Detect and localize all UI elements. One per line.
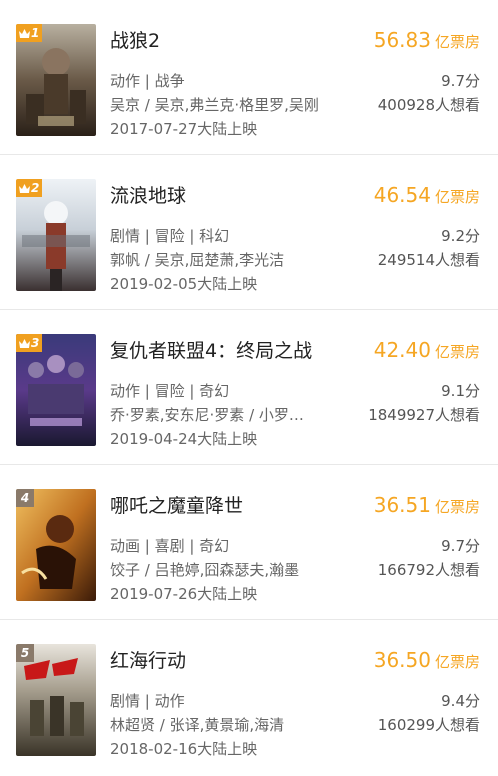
movie-poster[interactable]: 5 xyxy=(16,644,96,756)
box-office-value: 36.51 xyxy=(373,493,431,517)
movie-poster[interactable]: 1 xyxy=(16,24,96,136)
rank-number: 5 xyxy=(20,646,30,660)
movie-wants: 160299人想看 xyxy=(377,716,480,734)
movie-release: 2017-07-27大陆上映 xyxy=(110,120,258,138)
box-office-unit: 亿票房 xyxy=(434,498,480,516)
movie-genre: 剧情 | 冒险 | 科幻 xyxy=(110,227,230,245)
box-office-unit: 亿票房 xyxy=(434,653,480,671)
movie-score: 9.2分 xyxy=(441,227,480,245)
box-office-list: 1 战狼2 56.83 亿票房 动作 | 战争 吴京 / 吴京,弗兰克·格里罗,… xyxy=(0,0,498,775)
movie-release: 2019-02-05大陆上映 xyxy=(110,275,258,293)
movie-score: 9.4分 xyxy=(441,692,480,710)
rank-badge: 1 xyxy=(16,24,43,42)
rank-number: 3 xyxy=(31,336,40,350)
crown-icon xyxy=(19,28,30,38)
box-office-value: 36.50 xyxy=(373,648,431,672)
movie-genre: 动作 | 战争 xyxy=(110,72,185,90)
rank-badge: 2 xyxy=(16,179,43,197)
box-office: 46.54 亿票房 xyxy=(374,183,480,207)
box-office-value: 56.83 xyxy=(373,28,431,52)
movie-title[interactable]: 流浪地球 xyxy=(110,181,186,208)
movie-release: 2019-07-26大陆上映 xyxy=(110,585,258,603)
movie-poster[interactable]: 4 xyxy=(16,489,96,601)
movie-item[interactable]: 3 复仇者联盟4：终局之战 42.40 亿票房 动作 | 冒险 | 奇幻 乔·罗… xyxy=(0,310,498,465)
movie-cast: 吴京 / 吴京,弗兰克·格里罗,吴刚 xyxy=(110,96,319,114)
movie-cast: 饺子 / 吕艳婷,囧森瑟夫,瀚墨 xyxy=(110,561,300,579)
movie-item[interactable]: 1 战狼2 56.83 亿票房 动作 | 战争 吴京 / 吴京,弗兰克·格里罗,… xyxy=(0,0,498,155)
movie-cast: 乔·罗素,安东尼·罗素 / 小罗… xyxy=(110,406,304,424)
movie-item[interactable]: 2 流浪地球 46.54 亿票房 剧情 | 冒险 | 科幻 郭帆 / 吴京,屈楚… xyxy=(0,155,498,310)
movie-genre: 动作 | 冒险 | 奇幻 xyxy=(110,382,230,400)
rank-number: 2 xyxy=(31,181,40,195)
movie-wants: 1849927人想看 xyxy=(368,406,480,424)
box-office-value: 46.54 xyxy=(373,183,431,207)
movie-poster[interactable]: 3 xyxy=(16,334,96,446)
movie-wants: 249514人想看 xyxy=(377,251,480,269)
movie-item[interactable]: 5 红海行动 36.50 亿票房 剧情 | 动作 林超贤 / 张译,黄景瑜,海清… xyxy=(0,620,498,775)
box-office: 36.50 亿票房 xyxy=(374,648,480,672)
box-office: 56.83 亿票房 xyxy=(374,28,480,52)
rank-badge: 4 xyxy=(16,489,34,507)
movie-score: 9.1分 xyxy=(441,382,480,400)
movie-wants: 166792人想看 xyxy=(377,561,480,579)
box-office-unit: 亿票房 xyxy=(434,33,480,51)
movie-cast: 郭帆 / 吴京,屈楚萧,李光洁 xyxy=(110,251,285,269)
box-office-unit: 亿票房 xyxy=(434,343,480,361)
rank-number: 4 xyxy=(20,491,30,505)
movie-genre: 动画 | 喜剧 | 奇幻 xyxy=(110,537,230,555)
rank-badge: 3 xyxy=(16,334,43,352)
rank-badge: 5 xyxy=(16,644,34,662)
movie-genre: 剧情 | 动作 xyxy=(110,692,185,710)
box-office-value: 42.40 xyxy=(373,338,431,362)
movie-poster[interactable]: 2 xyxy=(16,179,96,291)
movie-cast: 林超贤 / 张译,黄景瑜,海清 xyxy=(110,716,285,734)
rank-number: 1 xyxy=(31,26,40,40)
movie-title[interactable]: 战狼2 xyxy=(110,26,160,53)
movie-wants: 400928人想看 xyxy=(377,96,480,114)
movie-title[interactable]: 红海行动 xyxy=(110,646,186,673)
movie-title[interactable]: 哪吒之魔童降世 xyxy=(110,491,243,518)
movie-release: 2019-04-24大陆上映 xyxy=(110,430,258,448)
movie-item[interactable]: 4 哪吒之魔童降世 36.51 亿票房 动画 | 喜剧 | 奇幻 饺子 / 吕艳… xyxy=(0,465,498,620)
movie-score: 9.7分 xyxy=(441,72,480,90)
crown-icon xyxy=(19,183,30,193)
movie-score: 9.7分 xyxy=(441,537,480,555)
box-office: 42.40 亿票房 xyxy=(374,338,480,362)
box-office: 36.51 亿票房 xyxy=(374,493,480,517)
movie-release: 2018-02-16大陆上映 xyxy=(110,740,258,758)
crown-icon xyxy=(19,338,30,348)
box-office-unit: 亿票房 xyxy=(434,188,480,206)
movie-title[interactable]: 复仇者联盟4：终局之战 xyxy=(110,336,312,363)
